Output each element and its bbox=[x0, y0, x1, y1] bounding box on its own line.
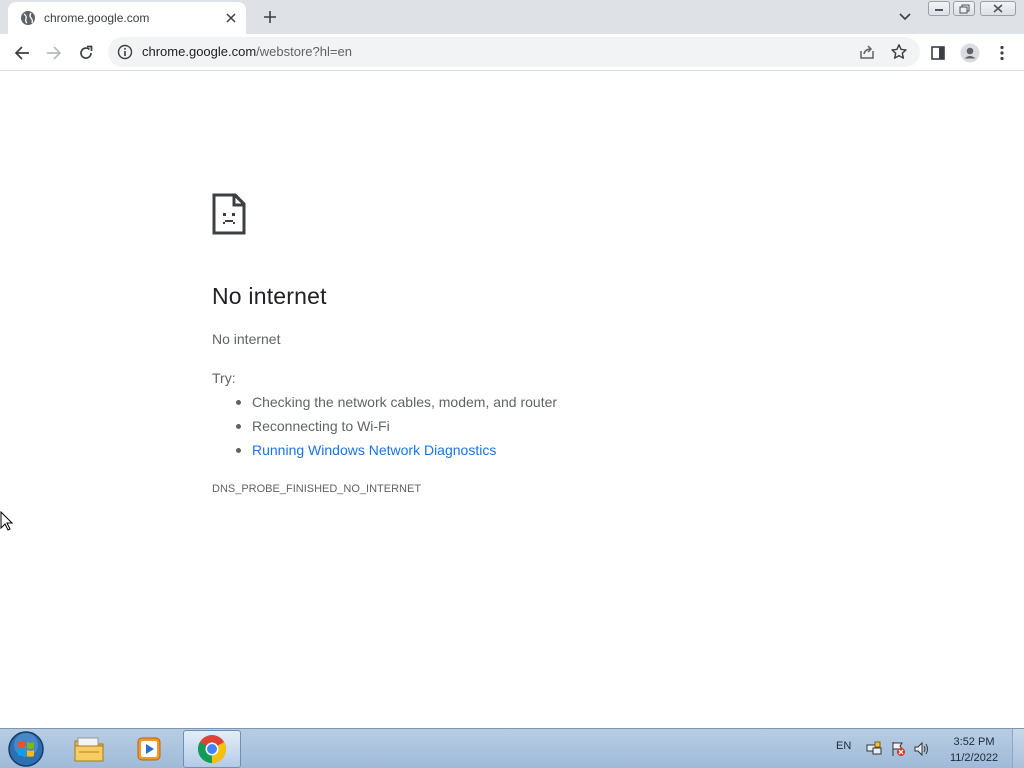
page-content: No internet No internet Try: Checking th… bbox=[0, 72, 1024, 728]
clock[interactable]: 3:52 PM 11/2/2022 bbox=[940, 734, 1008, 766]
suggestion-item: Reconnecting to Wi-Fi bbox=[235, 418, 557, 442]
try-label: Try: bbox=[212, 370, 236, 386]
clock-date: 11/2/2022 bbox=[949, 752, 999, 764]
sad-document-icon bbox=[212, 193, 246, 235]
error-heading: No internet bbox=[212, 283, 327, 309]
profile-icon[interactable] bbox=[957, 40, 983, 66]
network-icon[interactable] bbox=[866, 741, 882, 757]
info-icon[interactable] bbox=[117, 44, 133, 60]
taskbar: EN 3:52 PM 11/2/2022 bbox=[0, 728, 1024, 768]
mouse-cursor-icon bbox=[0, 511, 14, 531]
arrow-right-icon[interactable] bbox=[41, 40, 67, 66]
file-explorer-taskbar-button[interactable] bbox=[60, 730, 118, 768]
tab-title: chrome.google.com bbox=[44, 11, 150, 25]
minimize-icon[interactable] bbox=[928, 1, 950, 16]
suggestion-item: Checking the network cables, modem, and … bbox=[235, 394, 557, 418]
close-icon[interactable] bbox=[222, 9, 240, 27]
suggestion-list: Checking the network cables, modem, and … bbox=[235, 394, 557, 466]
kebab-menu-icon[interactable] bbox=[989, 40, 1015, 66]
tab-strip: chrome.google.com bbox=[0, 0, 1024, 34]
action-center-icon[interactable] bbox=[890, 741, 906, 757]
plus-icon[interactable] bbox=[258, 5, 282, 29]
share-icon[interactable] bbox=[858, 43, 876, 61]
globe-icon bbox=[21, 11, 35, 25]
address-bar[interactable]: chrome.google.com/webstore?hl=en bbox=[108, 37, 920, 67]
browser-toolbar: chrome.google.com/webstore?hl=en bbox=[0, 34, 1024, 71]
reload-icon[interactable] bbox=[73, 40, 99, 66]
chevron-down-icon[interactable] bbox=[894, 6, 916, 28]
chrome-icon bbox=[198, 735, 226, 763]
arrow-left-icon[interactable] bbox=[9, 40, 35, 66]
star-icon[interactable] bbox=[890, 43, 908, 61]
windows-start-icon[interactable] bbox=[6, 730, 46, 768]
clock-time: 3:52 PM bbox=[953, 736, 995, 748]
chrome-taskbar-button[interactable] bbox=[183, 730, 241, 768]
restore-icon[interactable] bbox=[953, 1, 975, 16]
media-player-icon bbox=[137, 737, 161, 761]
language-indicator[interactable]: EN bbox=[836, 740, 851, 752]
tab-active[interactable]: chrome.google.com bbox=[8, 2, 246, 34]
show-desktop-button[interactable] bbox=[1012, 729, 1024, 768]
url-text[interactable]: chrome.google.com/webstore?hl=en bbox=[142, 44, 352, 60]
file-explorer-icon bbox=[74, 737, 104, 762]
side-panel-icon[interactable] bbox=[925, 40, 951, 66]
error-code: DNS_PROBE_FINISHED_NO_INTERNET bbox=[212, 483, 422, 495]
error-subheading: No internet bbox=[212, 331, 281, 347]
network-diagnostics-link[interactable]: Running Windows Network Diagnostics bbox=[235, 442, 557, 466]
close-icon[interactable] bbox=[980, 1, 1016, 16]
volume-icon[interactable] bbox=[914, 741, 930, 757]
media-player-taskbar-button[interactable] bbox=[120, 730, 178, 768]
url-path: /webstore?hl=en bbox=[256, 44, 352, 59]
url-host: chrome.google.com bbox=[142, 44, 257, 59]
